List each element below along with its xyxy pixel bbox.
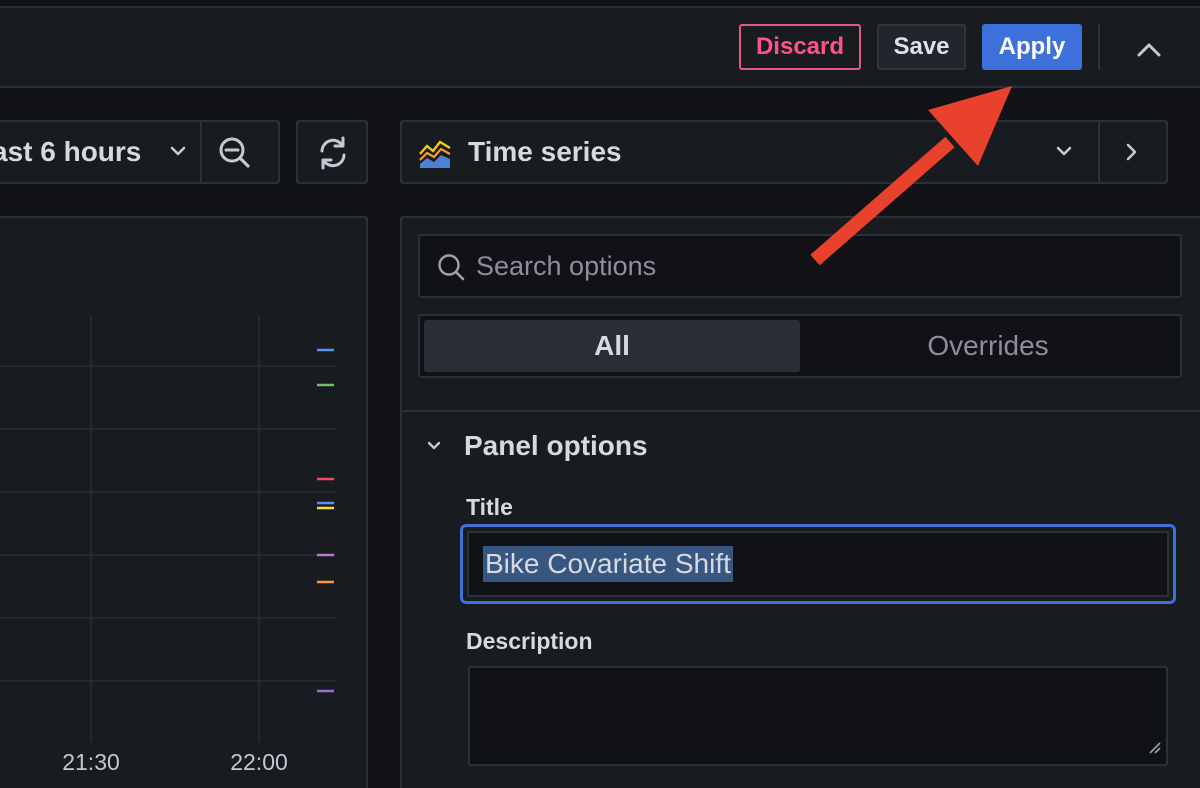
time-range-picker[interactable]: ast 6 hours <box>0 120 280 184</box>
toolbar-divider <box>1098 24 1100 70</box>
panel-preview: 21:30 22:00 <box>0 216 368 788</box>
search-icon <box>436 252 466 287</box>
collapse-button[interactable] <box>1126 30 1172 70</box>
time-range-label: ast 6 hours <box>0 136 142 167</box>
title-value: Bike Covariate Shift <box>483 546 733 582</box>
time-picker-divider <box>200 122 202 182</box>
options-pane: Search options All Overrides Panel optio… <box>400 216 1200 788</box>
description-field[interactable] <box>468 666 1168 766</box>
grid-lines <box>0 316 337 742</box>
options-tabs: All Overrides <box>418 314 1182 378</box>
apply-button[interactable]: Apply <box>982 24 1082 70</box>
refresh-button[interactable] <box>296 120 368 184</box>
title-label: Title <box>466 494 513 520</box>
panel-options-header[interactable]: Panel options <box>424 426 648 466</box>
toolbar: Discard Save Apply <box>0 0 1200 88</box>
section-title: Panel options <box>464 430 648 461</box>
section-divider <box>402 410 1200 412</box>
chevron-right-icon[interactable] <box>1120 140 1142 169</box>
series-markers <box>317 348 334 693</box>
save-button[interactable]: Save <box>877 24 966 70</box>
discard-button[interactable]: Discard <box>739 24 861 70</box>
chevron-down-icon <box>427 441 441 450</box>
x-tick-label: 21:30 <box>62 749 120 775</box>
top-strip <box>0 0 1200 8</box>
visualization-picker[interactable]: Time series <box>400 120 1168 184</box>
visualization-name: Time series <box>468 136 622 167</box>
resize-handle-icon[interactable] <box>1148 741 1162 760</box>
x-tick-label: 22:00 <box>230 749 288 775</box>
tab-overrides[interactable]: Overrides <box>800 320 1176 372</box>
visualization-picker-divider <box>1098 122 1100 182</box>
search-placeholder: Search options <box>476 251 657 281</box>
description-label: Description <box>466 628 593 654</box>
tab-all[interactable]: All <box>424 320 800 372</box>
refresh-icon <box>314 134 352 177</box>
title-field-inner: Bike Covariate Shift <box>467 531 1169 597</box>
zoom-out-icon[interactable] <box>216 134 254 177</box>
title-field[interactable]: Bike Covariate Shift <box>460 524 1176 604</box>
search-input[interactable]: Search options <box>418 234 1182 298</box>
graph-canvas: 21:30 22:00 <box>0 316 337 775</box>
chevron-up-icon <box>1137 43 1161 57</box>
time-series-icon <box>418 138 452 173</box>
chevron-down-icon <box>167 140 189 167</box>
chevron-down-icon <box>1052 140 1076 167</box>
